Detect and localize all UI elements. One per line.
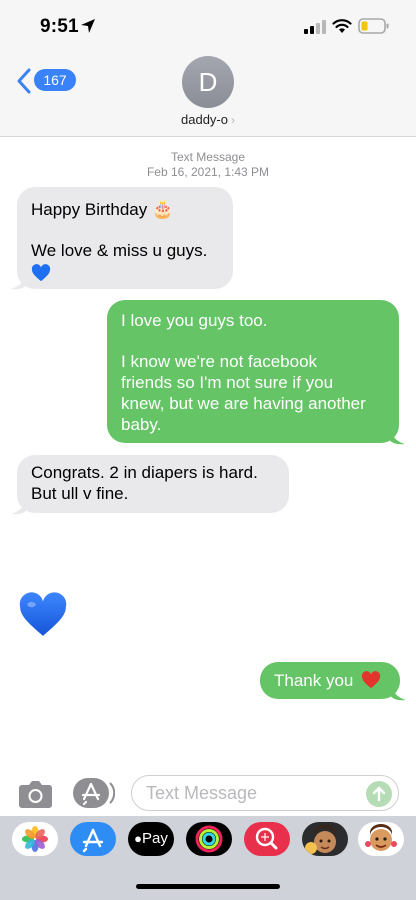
message-line: I love you guys too.: [121, 311, 268, 330]
contact-name: daddy-o: [181, 112, 228, 127]
message-line: I know we're not facebook: [121, 352, 318, 371]
chevron-right-icon: ›: [230, 113, 235, 127]
blue-heart-emoji-icon[interactable]: [18, 590, 68, 640]
photos-app-icon[interactable]: [12, 822, 58, 856]
apple-pay-icon[interactable]: ●Pay: [128, 822, 174, 856]
red-heart-emoji-icon: [362, 671, 381, 689]
battery-icon: [358, 18, 389, 34]
message-input[interactable]: [146, 782, 361, 804]
message-text: Thank you: [274, 671, 354, 690]
message-bubble-outgoing[interactable]: Thank you: [260, 662, 400, 699]
contact-avatar[interactable]: D: [182, 56, 234, 108]
app-store-icon[interactable]: [70, 822, 116, 856]
arrow-up-icon: [372, 786, 386, 802]
web-images-search-icon[interactable]: [244, 822, 290, 856]
blue-heart-emoji-icon: [31, 264, 51, 282]
service-label: Text Message: [170, 150, 246, 164]
message-bubble-outgoing[interactable]: I love you guys too. I know we're not fa…: [107, 300, 399, 443]
message-line: Congrats. 2 in diapers is hard.: [31, 463, 258, 482]
message-line: baby.: [121, 415, 162, 434]
conversation-header: 167 D daddy-o ›: [0, 56, 416, 137]
message-line: knew, but we are having another: [121, 394, 366, 413]
message-bubble-incoming[interactable]: Happy Birthday 🎂 We love & miss u guys.: [17, 187, 233, 289]
message-line: Happy Birthday 🎂: [31, 200, 174, 219]
wifi-icon: [332, 19, 352, 33]
message-line: We love & miss u guys.: [31, 241, 208, 260]
thread-timestamp: Text Message Feb 16, 2021, 1:43 PM: [0, 150, 416, 180]
memoji-icon[interactable]: [302, 822, 348, 856]
send-button[interactable]: [366, 781, 392, 807]
message-input-field[interactable]: [131, 775, 399, 811]
apple-pay-label: Pay: [142, 830, 168, 847]
app-store-icon: [73, 778, 116, 808]
back-button[interactable]: 167: [16, 68, 76, 94]
message-line: friends so I'm not sure if you: [121, 373, 334, 392]
unread-count-badge: 167: [34, 69, 76, 91]
message-bubble-incoming[interactable]: Congrats. 2 in diapers is hard. But ull …: [17, 455, 289, 513]
location-arrow-icon: [81, 19, 95, 33]
status-bar: 9:51: [0, 0, 416, 56]
message-line: But ull v fine.: [31, 484, 129, 503]
status-time: 9:51: [40, 16, 79, 37]
camera-icon[interactable]: [19, 778, 52, 808]
memoji-stickers-icon[interactable]: [358, 822, 404, 856]
home-indicator[interactable]: [136, 884, 280, 889]
contact-name-button[interactable]: daddy-o ›: [0, 112, 416, 127]
chevron-left-icon: [17, 68, 31, 94]
cellular-signal-icon: [304, 20, 326, 34]
timestamp-label: Feb 16, 2021, 1:43 PM: [146, 165, 270, 179]
activity-icon[interactable]: [186, 822, 232, 856]
app-store-drawer-button[interactable]: [73, 777, 116, 809]
